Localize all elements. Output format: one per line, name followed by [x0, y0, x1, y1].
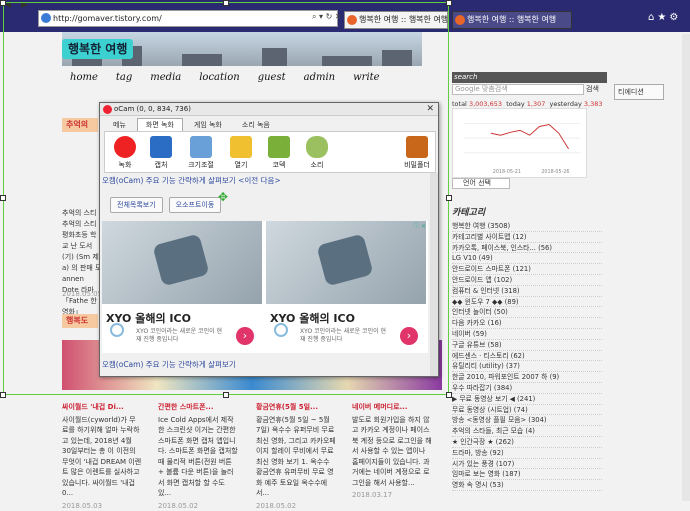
resize-handle-b[interactable] [223, 392, 229, 398]
category-item[interactable]: ★ 인간극장 ★ (262) [452, 437, 602, 448]
browser-menu-icons[interactable]: ⌂★⚙ [648, 12, 681, 23]
category-list: 행복한 여행 (3508) 카테고리별 사이트맵 (12) 카카오톡, 페이스북, … [452, 221, 602, 491]
category-item[interactable]: 유틸리티 (utility) (37) [452, 361, 602, 373]
resize-handle-br[interactable] [446, 392, 452, 398]
category-item[interactable]: 우수 따라잡기 (384) [452, 383, 602, 394]
category-header: 카테고리 [452, 208, 486, 218]
search-button[interactable]: 검색 [586, 84, 599, 94]
tab-favicon-icon [455, 15, 465, 25]
resize-handle-tr[interactable] [446, 0, 452, 6]
category-item[interactable]: 한글 2010, 파워포인트 2007 하 (9) [452, 372, 602, 383]
move-cursor-icon: ✥ [218, 190, 229, 204]
resize-handle-bl[interactable] [0, 392, 6, 398]
browser-tab-2[interactable]: 행복한 여행 :: 행복한 여행 [452, 11, 572, 29]
category-item[interactable]: 추억의 스타들, 최근 모습 (4) [452, 426, 602, 437]
post-card-4[interactable]: 네이버 메머디로... 발도로 회원가입을 하지 않고 카카오 계정이나 페이스북… [352, 402, 432, 501]
category-item[interactable]: 무료 동영상 (시트업) (74) [452, 405, 602, 416]
resize-handle-r[interactable] [446, 195, 452, 201]
category-item[interactable]: 시가 있는 풍경 (107) [452, 459, 602, 470]
category-item[interactable]: 에드센스 · 티스토리 (62) [452, 351, 602, 362]
visitor-chart: 2018-05-21 2018-05-26 [452, 108, 587, 178]
search-input[interactable]: Google 맞춤검색 [452, 84, 584, 95]
post-card-3[interactable]: 황금연휴(5월 5일... 황금연휴(5월 5일 ~ 5월 7일) 옥수수 유퍼무… [256, 402, 336, 511]
category-item[interactable]: 다음 카카오 (16) [452, 318, 602, 329]
post-card-1[interactable]: 싸이월드 '내겁 Di... 사이월드(cyworld)가 무료를 하기위해 얼마… [62, 402, 142, 511]
resize-handle-tl[interactable] [0, 0, 6, 6]
category-item[interactable]: 임마로 보는 영화 (187) [452, 469, 602, 481]
tm-button[interactable]: 티에디션 [614, 84, 664, 100]
page-scrollbar[interactable] [682, 34, 690, 501]
resize-handle-l[interactable] [0, 195, 6, 201]
category-item[interactable]: 네이버 (59) [452, 329, 602, 340]
resize-handle-t[interactable] [223, 0, 229, 6]
category-item[interactable]: 행복한 여행 (3508) [452, 221, 602, 232]
chart-label-2: 2018-05-26 [541, 169, 569, 175]
language-select[interactable]: 언어 선택 [452, 178, 510, 189]
category-item[interactable]: 인터넷 놀이터 (50) [452, 307, 602, 319]
chart-label-1: 2018-05-21 [493, 169, 521, 175]
category-item[interactable]: 구글 유튜브 (58) [452, 340, 602, 351]
search-header: search [452, 72, 607, 83]
category-item[interactable]: 컴퓨터 & 인터넷 (318) [452, 286, 602, 297]
category-item[interactable]: 카테고리별 사이트맵 (12) [452, 232, 602, 243]
category-item[interactable]: 영화 속 명시 (53) [452, 480, 602, 491]
category-item[interactable]: ▶ 무료 동영상 보기 ◀ (241) [452, 394, 602, 405]
category-item[interactable]: 카카오톡, 페이스북, 인스타... (56) [452, 243, 602, 254]
post-card-2[interactable]: 간편한 스마트폰... Ice Cold Apps에서 제작한 스크린샷 이거는 … [158, 402, 238, 511]
category-item[interactable]: 드라마, 방송 (92) [452, 448, 602, 459]
category-item[interactable]: ◆◆ 윈도우 7 ◆◆ (89) [452, 297, 602, 308]
category-item[interactable]: 안드로이드 앱 (102) [452, 275, 602, 286]
category-item[interactable]: LG V10 (49) [452, 253, 602, 265]
category-item[interactable]: 방송 <동영상 플필 모음> (304) [452, 415, 602, 427]
visitor-stats: total 3,003,653 today 1,307 yesterday 3,… [452, 100, 603, 108]
category-item[interactable]: 안드로이드 스마트폰 (121) [452, 264, 602, 275]
